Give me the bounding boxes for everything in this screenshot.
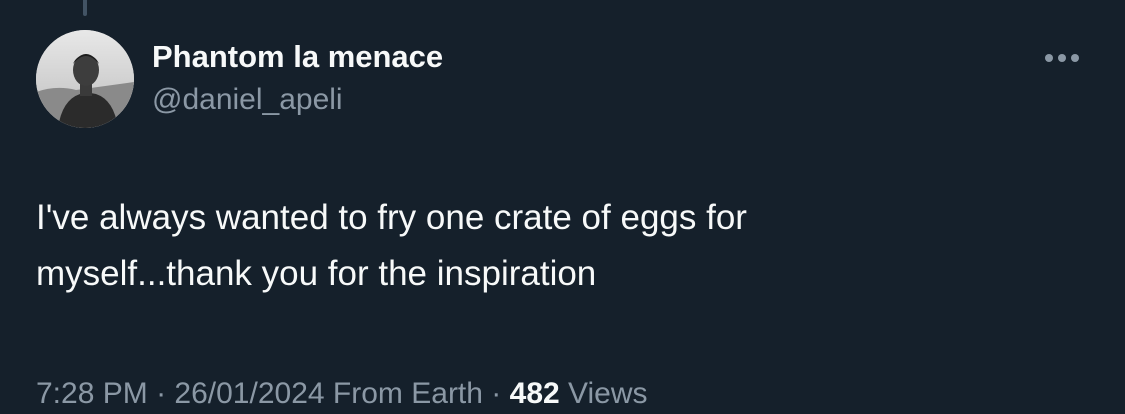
profile-photo-icon [36,30,134,128]
tweet-text: I've always wanted to fry one crate of e… [36,190,1076,302]
meta-separator: · [491,377,502,410]
meta-separator: · [156,377,167,410]
tweet-meta: 7:28 PM · 26/01/2024 From Earth · 482 Vi… [36,374,648,414]
more-horizontal-icon-dot [1058,54,1066,62]
tweet-text-line: I've always wanted to fry one crate of e… [36,198,747,237]
tweet-text-line: myself...thank you for the inspiration [36,254,597,293]
more-options-button[interactable] [1036,42,1088,74]
views-count[interactable]: 482 [510,377,560,410]
thread-connector-line [83,0,87,16]
author-handle[interactable]: @daniel_apeli [152,82,343,118]
tweet-time[interactable]: 7:28 PM [36,377,148,410]
more-horizontal-icon-dot [1071,54,1079,62]
tweet-date[interactable]: 26/01/2024 [174,377,324,410]
avatar[interactable] [36,30,134,128]
views-label[interactable]: Views [568,377,647,410]
more-horizontal-icon [1045,54,1053,62]
tweet-source: From Earth [332,377,483,410]
author-display-name[interactable]: Phantom la menace [152,38,443,76]
